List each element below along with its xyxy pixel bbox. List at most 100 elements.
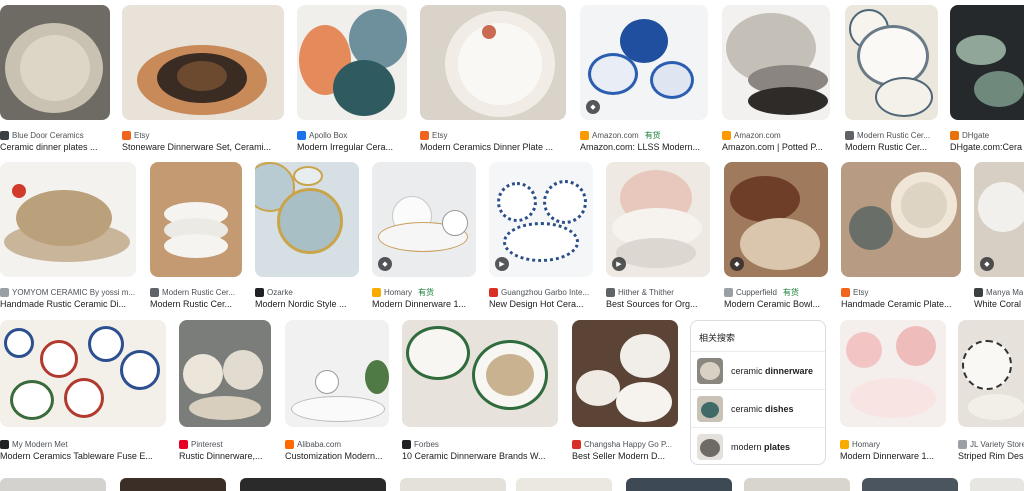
result-thumbnail[interactable]: ▶ <box>606 162 710 277</box>
result-thumbnail[interactable] <box>297 5 407 120</box>
result-title[interactable]: Modern Ceramic Bowl... <box>724 299 828 309</box>
result-thumbnail[interactable] <box>0 162 136 277</box>
next-row-thumbnail[interactable] <box>970 478 1024 491</box>
result-card[interactable]: Changsha Happy Go P... Best Seller Moder… <box>572 320 680 470</box>
result-thumbnail[interactable] <box>840 320 946 427</box>
result-card[interactable]: Ozarke Modern Nordic Style ... <box>255 162 361 312</box>
result-card[interactable]: Modern Rustic Cer... Modern Rustic Cer..… <box>150 162 244 312</box>
result-source: Alibaba.com <box>297 439 342 449</box>
result-card[interactable]: Etsy Handmade Ceramic Plate... <box>841 162 963 312</box>
result-thumbnail[interactable] <box>841 162 961 277</box>
next-row-thumbnail[interactable] <box>0 478 106 491</box>
result-card[interactable]: Blue Door Ceramics Ceramic dinner plates… <box>0 5 112 155</box>
result-card[interactable]: ▶ Hither & Thither Best Sources for Org.… <box>606 162 712 312</box>
related-search-ceramic-dinnerware[interactable]: ceramic dinnerware <box>691 351 825 389</box>
result-title[interactable]: Customization Modern... <box>285 451 389 461</box>
result-card[interactable]: Alibaba.com Customization Modern... <box>285 320 391 470</box>
site-favicon-icon <box>606 287 615 297</box>
related-searches-panel: 相关搜索 ceramic dinnerware ceramic dishes m… <box>690 320 826 465</box>
related-thumbnail <box>697 433 723 460</box>
result-card[interactable]: Homary Modern Dinnerware 1... <box>840 320 948 470</box>
next-row-thumbnail[interactable] <box>862 478 958 491</box>
result-title[interactable]: Modern Irregular Cera... <box>297 142 407 152</box>
product-tag-icon: ◆ <box>378 257 392 271</box>
result-title[interactable]: Modern Dinnerware 1... <box>840 451 946 461</box>
site-favicon-icon <box>722 130 731 140</box>
result-card[interactable]: ◆ Homary 有货 Modern Dinnerware 1... <box>372 162 478 312</box>
related-search-keyword: plates <box>764 441 791 452</box>
result-card[interactable]: Apollo Box Modern Irregular Cera... <box>297 5 409 155</box>
result-card[interactable]: Modern Rustic Cer... Modern Rustic Cer..… <box>845 5 940 155</box>
result-title[interactable]: Modern Dinnerware 1... <box>372 299 476 309</box>
result-thumbnail[interactable] <box>0 320 166 427</box>
result-thumbnail[interactable] <box>179 320 271 427</box>
related-search-keyword: dishes <box>765 403 794 414</box>
result-title[interactable]: DHgate.com:Cera <box>950 142 1024 152</box>
result-thumbnail[interactable] <box>420 5 566 120</box>
result-thumbnail[interactable] <box>122 5 284 120</box>
next-row-thumbnail[interactable] <box>120 478 226 491</box>
result-title[interactable]: Rustic Dinnerware,... <box>179 451 271 461</box>
next-row-thumbnail[interactable] <box>516 478 612 491</box>
result-title[interactable]: Ceramic dinner plates ... <box>0 142 110 152</box>
related-searches-heading: 相关搜索 <box>699 333 736 343</box>
result-title[interactable]: Modern Nordic Style ... <box>255 299 359 309</box>
site-favicon-icon <box>580 130 589 140</box>
result-title[interactable]: Best Seller Modern D... <box>572 451 678 461</box>
next-row-thumbnail[interactable] <box>240 478 386 491</box>
result-source: Hither & Thither <box>618 287 674 297</box>
result-thumbnail[interactable] <box>285 320 389 427</box>
related-search-modern-plates[interactable]: modern plates <box>691 427 825 465</box>
result-title[interactable]: Amazon.com | Potted P... <box>722 142 830 152</box>
result-thumbnail[interactable] <box>255 162 359 277</box>
result-card[interactable]: JL Variety Store Striped Rim Des <box>958 320 1024 470</box>
result-title[interactable]: Modern Rustic Cer... <box>845 142 938 152</box>
result-thumbnail[interactable] <box>402 320 558 427</box>
result-card[interactable]: Etsy Modern Ceramics Dinner Plate ... <box>420 5 568 155</box>
result-card[interactable]: My Modern Met Modern Ceramics Tableware … <box>0 320 168 470</box>
result-card[interactable]: ◆ Manya Ma White Coral <box>974 162 1024 312</box>
result-thumbnail[interactable]: ◆ <box>724 162 828 277</box>
site-favicon-icon <box>845 130 854 140</box>
result-title[interactable]: Stoneware Dinnerware Set, Cerami... <box>122 142 282 152</box>
result-thumbnail[interactable] <box>0 5 110 120</box>
next-row-thumbnail[interactable] <box>626 478 732 491</box>
result-title[interactable]: Amazon.com: LLSS Modern... <box>580 142 708 152</box>
result-title[interactable]: Modern Ceramics Dinner Plate ... <box>420 142 566 152</box>
related-thumbnail <box>697 395 723 422</box>
result-thumbnail[interactable] <box>150 162 242 277</box>
result-card[interactable]: Forbes 10 Ceramic Dinnerware Brands W... <box>402 320 560 470</box>
result-thumbnail[interactable]: ▶ <box>489 162 593 277</box>
result-title[interactable]: Striped Rim Des <box>958 451 1024 461</box>
result-title[interactable]: Handmade Rustic Ceramic Di... <box>0 299 136 309</box>
result-title[interactable]: White Coral <box>974 299 1024 309</box>
result-title[interactable]: Modern Ceramics Tableware Fuse E... <box>0 451 166 461</box>
result-thumbnail[interactable] <box>950 5 1024 120</box>
result-thumbnail[interactable] <box>958 320 1024 427</box>
result-card[interactable]: Pinterest Rustic Dinnerware,... <box>179 320 272 470</box>
result-card[interactable]: Etsy Stoneware Dinnerware Set, Cerami... <box>122 5 285 155</box>
result-title[interactable]: New Design Hot Cera... <box>489 299 593 309</box>
result-thumbnail[interactable] <box>722 5 830 120</box>
result-thumbnail[interactable] <box>845 5 938 120</box>
site-favicon-icon <box>724 287 733 297</box>
result-card[interactable]: DHgate DHgate.com:Cera <box>950 5 1024 155</box>
result-title[interactable]: Best Sources for Org... <box>606 299 710 309</box>
result-card[interactable]: YOMYOM CERAMIC By yossi m... Handmade Ru… <box>0 162 138 312</box>
result-card[interactable]: ◆ Amazon.com 有货 Amazon.com: LLSS Modern..… <box>580 5 710 155</box>
result-card[interactable]: Amazon.com Amazon.com | Potted P... <box>722 5 832 155</box>
next-row-thumbnail[interactable] <box>744 478 850 491</box>
result-card[interactable]: ◆ Cupperfield 有货 Modern Ceramic Bowl... <box>724 162 830 312</box>
site-favicon-icon <box>0 287 9 297</box>
next-row-thumbnail[interactable] <box>400 478 506 491</box>
result-card[interactable]: ▶ Guangzhou Garbo Inte... New Design Hot… <box>489 162 595 312</box>
related-search-ceramic-dishes[interactable]: ceramic dishes <box>691 389 825 427</box>
result-thumbnail[interactable]: ◆ <box>580 5 708 120</box>
result-thumbnail[interactable]: ◆ <box>372 162 476 277</box>
result-thumbnail[interactable]: ◆ <box>974 162 1024 277</box>
result-thumbnail[interactable] <box>572 320 678 427</box>
result-title[interactable]: Modern Rustic Cer... <box>150 299 242 309</box>
result-source: Ozarke <box>267 287 293 297</box>
result-title[interactable]: 10 Ceramic Dinnerware Brands W... <box>402 451 558 461</box>
result-title[interactable]: Handmade Ceramic Plate... <box>841 299 961 309</box>
